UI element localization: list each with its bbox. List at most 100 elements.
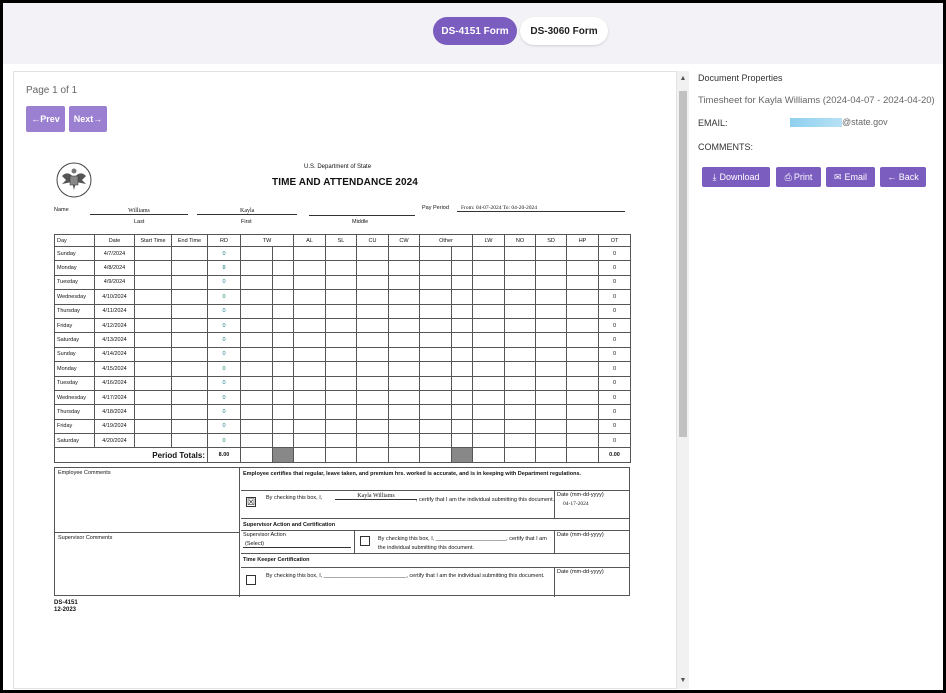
scroll-thumb[interactable] <box>679 91 687 437</box>
hours-cell[interactable] <box>272 433 294 449</box>
hours-cell[interactable] <box>450 418 474 435</box>
hours-cell[interactable] <box>472 346 506 363</box>
hours-cell[interactable] <box>504 433 537 449</box>
hours-cell[interactable] <box>356 260 389 276</box>
hours-cell[interactable] <box>240 332 273 348</box>
hours-cell[interactable] <box>388 361 420 377</box>
hours-cell[interactable] <box>240 260 273 276</box>
hours-cell[interactable] <box>388 433 420 449</box>
hours-cell[interactable] <box>504 289 537 305</box>
start-time-cell[interactable] <box>134 274 172 291</box>
hours-cell[interactable] <box>240 289 273 305</box>
hours-cell[interactable] <box>566 245 600 262</box>
hours-cell[interactable] <box>504 361 537 377</box>
hours-cell[interactable] <box>419 274 452 291</box>
hours-cell[interactable] <box>472 332 506 348</box>
hours-cell[interactable] <box>504 418 537 435</box>
hours-cell[interactable] <box>535 332 568 348</box>
end-time-cell[interactable] <box>171 346 208 363</box>
hours-cell[interactable] <box>504 274 537 291</box>
hours-cell[interactable] <box>419 346 452 363</box>
hours-cell[interactable] <box>293 361 326 377</box>
hours-cell[interactable] <box>504 404 537 420</box>
next-button[interactable]: Next→ <box>69 106 107 132</box>
hours-cell[interactable] <box>535 361 568 377</box>
employee-comments-box[interactable]: Employee Comments <box>55 468 240 533</box>
hours-cell[interactable] <box>450 332 474 348</box>
start-time-cell[interactable] <box>134 317 172 334</box>
start-time-cell[interactable] <box>134 418 172 435</box>
hours-cell[interactable] <box>272 346 294 363</box>
hours-cell[interactable] <box>535 260 568 276</box>
hours-cell[interactable] <box>450 303 474 319</box>
hours-cell[interactable] <box>240 361 273 377</box>
hours-cell[interactable] <box>272 404 294 420</box>
hours-cell[interactable] <box>535 245 568 262</box>
hours-cell[interactable] <box>272 317 294 334</box>
hours-cell[interactable] <box>240 404 273 420</box>
start-time-cell[interactable] <box>134 245 172 262</box>
hours-cell[interactable] <box>325 260 357 276</box>
hours-cell[interactable] <box>450 346 474 363</box>
hours-cell[interactable] <box>325 274 357 291</box>
hours-cell[interactable] <box>293 375 326 391</box>
hours-cell[interactable] <box>566 260 600 276</box>
hours-cell[interactable] <box>388 418 420 435</box>
hours-cell[interactable] <box>325 361 357 377</box>
hours-cell[interactable] <box>535 317 568 334</box>
hours-cell[interactable] <box>566 289 600 305</box>
back-button[interactable]: ← Back <box>880 167 926 187</box>
hours-cell[interactable] <box>566 389 600 406</box>
hours-cell[interactable] <box>566 375 600 391</box>
hours-cell[interactable] <box>566 303 600 319</box>
hours-cell[interactable] <box>356 289 389 305</box>
hours-cell[interactable] <box>356 389 389 406</box>
hours-cell[interactable] <box>388 346 420 363</box>
timekeeper-certify-checkbox[interactable] <box>246 575 256 585</box>
hours-cell[interactable] <box>293 245 326 262</box>
end-time-cell[interactable] <box>171 375 208 391</box>
hours-cell[interactable] <box>293 289 326 305</box>
hours-cell[interactable] <box>419 332 452 348</box>
hours-cell[interactable] <box>325 245 357 262</box>
end-time-cell[interactable] <box>171 289 208 305</box>
hours-cell[interactable] <box>504 317 537 334</box>
hours-cell[interactable] <box>388 260 420 276</box>
hours-cell[interactable] <box>356 245 389 262</box>
start-time-cell[interactable] <box>134 375 172 391</box>
hours-cell[interactable] <box>566 274 600 291</box>
hours-cell[interactable] <box>272 289 294 305</box>
end-time-cell[interactable] <box>171 332 208 348</box>
hours-cell[interactable] <box>388 375 420 391</box>
hours-cell[interactable] <box>272 332 294 348</box>
hours-cell[interactable] <box>240 303 273 319</box>
hours-cell[interactable] <box>419 361 452 377</box>
hours-cell[interactable] <box>356 433 389 449</box>
hours-cell[interactable] <box>356 375 389 391</box>
hours-cell[interactable] <box>240 389 273 406</box>
hours-cell[interactable] <box>356 332 389 348</box>
hours-cell[interactable] <box>535 418 568 435</box>
hours-cell[interactable] <box>272 303 294 319</box>
hours-cell[interactable] <box>504 346 537 363</box>
start-time-cell[interactable] <box>134 289 172 305</box>
hours-cell[interactable] <box>535 404 568 420</box>
start-time-cell[interactable] <box>134 404 172 420</box>
hours-cell[interactable] <box>356 317 389 334</box>
hours-cell[interactable] <box>504 375 537 391</box>
hours-cell[interactable] <box>388 317 420 334</box>
hours-cell[interactable] <box>240 433 273 449</box>
end-time-cell[interactable] <box>171 245 208 262</box>
tab-ds-4151[interactable]: DS-4151 Form <box>433 17 517 45</box>
hours-cell[interactable] <box>419 317 452 334</box>
hours-cell[interactable] <box>293 418 326 435</box>
end-time-cell[interactable] <box>171 418 208 435</box>
hours-cell[interactable] <box>450 317 474 334</box>
hours-cell[interactable] <box>535 389 568 406</box>
hours-cell[interactable] <box>419 375 452 391</box>
hours-cell[interactable] <box>419 433 452 449</box>
print-button[interactable]: ⎙ Print <box>776 167 821 187</box>
supervisor-certify-checkbox[interactable] <box>360 536 370 546</box>
supervisor-comments-box[interactable]: Supervisor Comments <box>55 533 240 597</box>
hours-cell[interactable] <box>566 361 600 377</box>
